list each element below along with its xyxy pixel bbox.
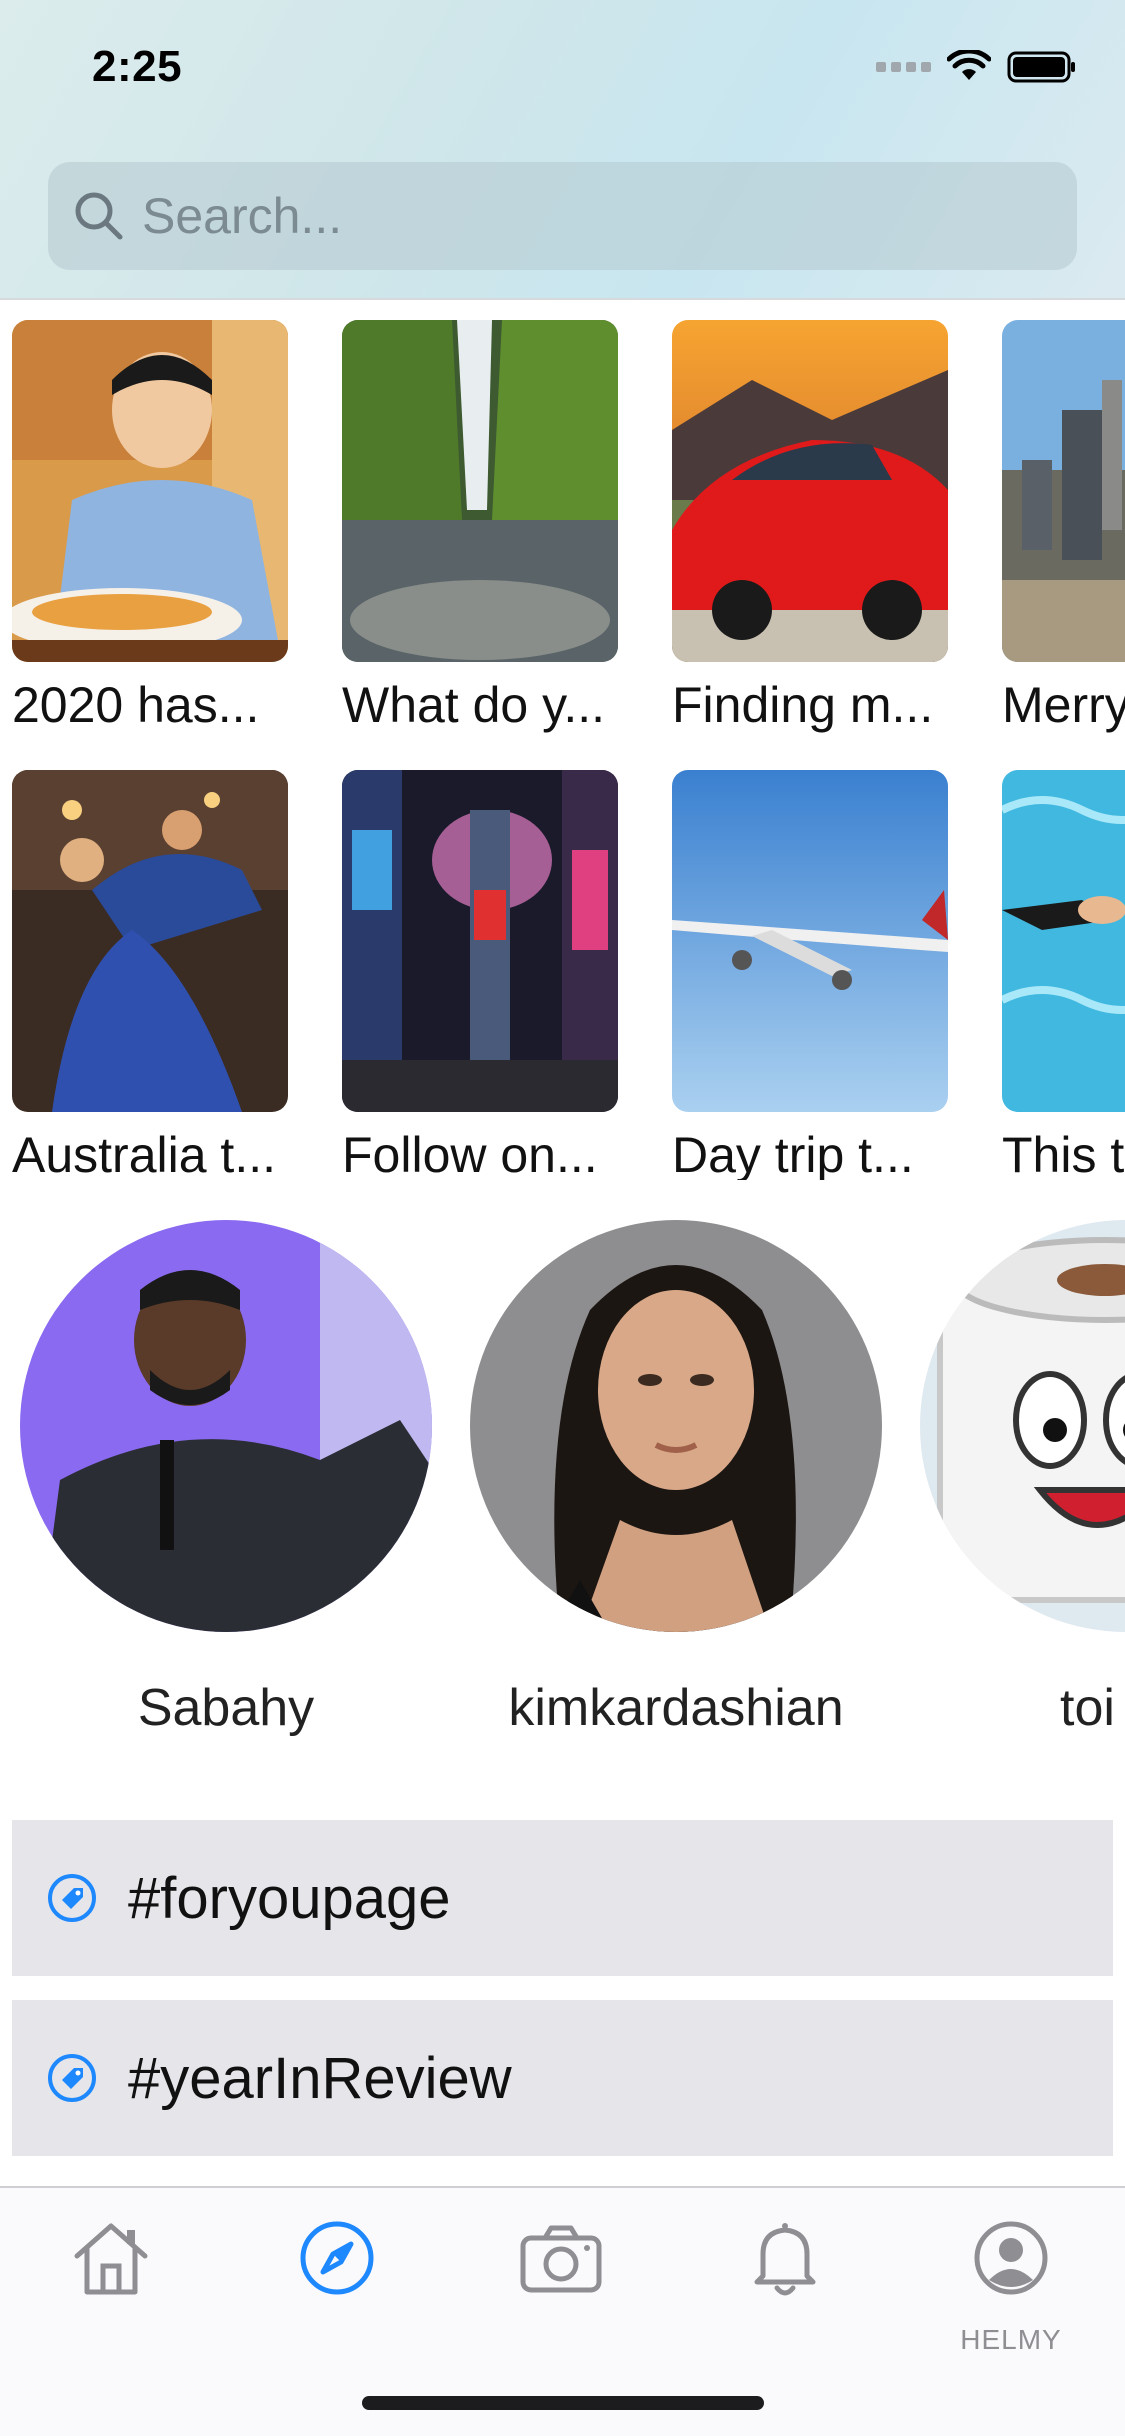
tab-explore[interactable]	[282, 2214, 392, 2324]
story-caption: Follow on...	[342, 1127, 598, 1180]
battery-icon	[1007, 51, 1075, 83]
profile-item[interactable]: Sabahy	[20, 1220, 432, 1738]
story-card[interactable]: Finding m...	[672, 320, 948, 734]
search-icon	[75, 192, 123, 240]
waterfall-photo	[342, 320, 618, 662]
header: 2:25	[0, 0, 1125, 300]
status-time: 2:25	[92, 42, 183, 91]
story-grid: 2020 has... What do y... Finding m... Me…	[0, 320, 1125, 1180]
wifi-icon	[947, 50, 991, 80]
story-card[interactable]: This t	[1002, 770, 1125, 1180]
story-caption: 2020 has...	[12, 677, 260, 733]
woman-portrait-photo	[470, 1220, 882, 1632]
tag-icon	[48, 1874, 96, 1922]
tab-profile[interactable]: HELMY	[956, 2214, 1066, 2355]
story-card[interactable]: Merry	[1002, 320, 1125, 734]
bell-icon	[754, 2223, 816, 2296]
profile-icon	[974, 2221, 1048, 2295]
story-caption: This t	[1002, 1127, 1125, 1180]
cellular-signal-icon	[876, 62, 931, 72]
toilet-paper-cartoon	[920, 1220, 1125, 1632]
compass-icon	[300, 2221, 374, 2295]
search-input[interactable]	[142, 187, 1042, 245]
tag-row-yearinreview[interactable]: #yearInReview	[12, 2000, 1113, 2156]
tab-profile-label: HELMY	[960, 2324, 1062, 2355]
status-indicators	[876, 50, 1077, 84]
times-square-photo	[342, 770, 618, 1112]
profile-name: kimkardashian	[508, 1679, 844, 1737]
city-skyline-photo	[1002, 320, 1125, 662]
profile-item[interactable]: toi	[920, 1220, 1125, 1738]
airplane-photo	[672, 770, 948, 1112]
home-indicator	[362, 2396, 764, 2410]
tab-notifications[interactable]	[730, 2214, 840, 2324]
profile-item[interactable]: kimkardashian	[470, 1220, 882, 1738]
story-card[interactable]: What do y...	[342, 320, 618, 734]
story-caption: Finding m...	[672, 677, 934, 733]
dancers-photo	[12, 770, 288, 1112]
story-caption: What do y...	[342, 677, 606, 733]
tab-camera[interactable]	[506, 2214, 616, 2324]
profiles-row: Sabahy kimkardashian toi	[0, 1220, 1125, 1760]
story-card[interactable]: 2020 has...	[12, 320, 288, 734]
tag-label: #foryoupage	[128, 1865, 451, 1931]
profile-name: toi	[1060, 1679, 1115, 1737]
tag-icon	[48, 2054, 96, 2102]
story-caption: Australia t...	[12, 1127, 276, 1180]
tag-label: #yearInReview	[128, 2045, 512, 2111]
story-card[interactable]: Follow on...	[342, 770, 618, 1180]
story-caption: Merry	[1002, 677, 1125, 733]
story-card[interactable]: Day trip t...	[672, 770, 948, 1180]
story-caption: Day trip t...	[672, 1127, 914, 1180]
swimmer-photo	[1002, 770, 1125, 1112]
home-icon	[74, 2223, 148, 2295]
camera-icon	[520, 2225, 602, 2293]
tab-home[interactable]	[56, 2214, 166, 2324]
boy-eating-photo	[12, 320, 288, 662]
man-speaking-photo	[20, 1220, 432, 1632]
search-bar[interactable]	[48, 162, 1077, 270]
tag-row-foryoupage[interactable]: #foryoupage	[12, 1820, 1113, 1976]
story-card[interactable]: Australia t...	[12, 770, 288, 1180]
red-car-photo	[672, 320, 948, 662]
profile-name: Sabahy	[137, 1679, 315, 1737]
